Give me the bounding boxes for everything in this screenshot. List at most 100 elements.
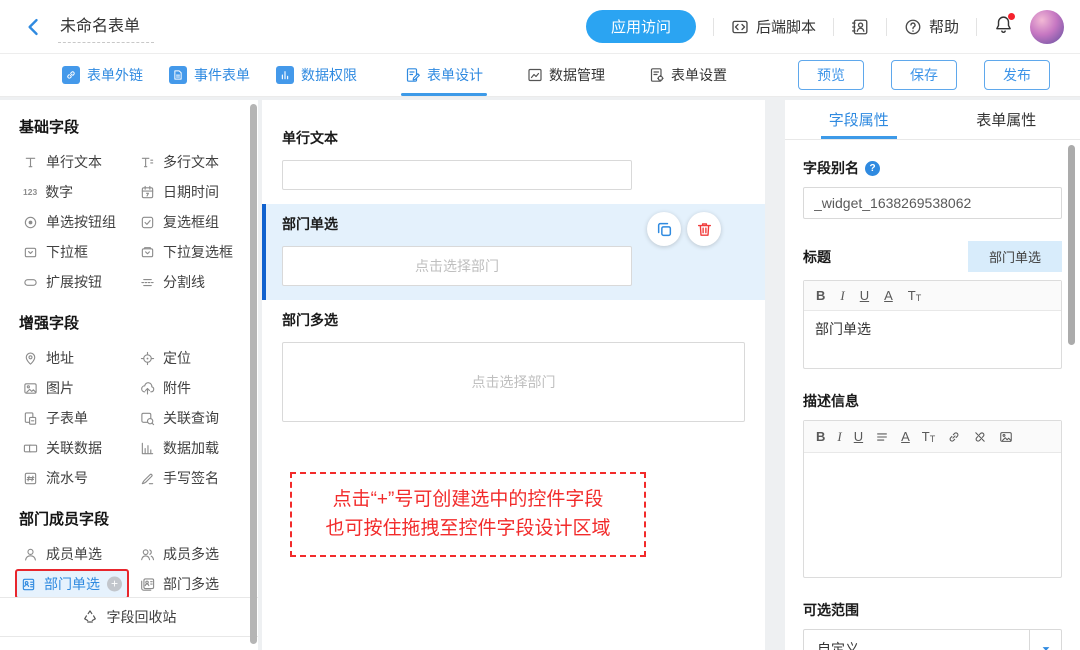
tab-form-design-label: 表单设计 [427,65,483,85]
underline-button[interactable]: U [854,429,863,444]
avatar[interactable] [1030,10,1064,44]
data-permission-button[interactable]: 数据权限 [276,65,357,85]
rel-data-icon [23,441,38,456]
add-field-icon[interactable]: + [107,577,122,592]
delete-field-button[interactable] [687,212,721,246]
field-item-members[interactable]: 成员多选 [136,541,223,567]
field-item-locate[interactable]: 定位 [136,345,195,371]
field-item-label: 下拉复选框 [163,242,233,262]
form-title[interactable]: 未命名表单 [58,10,154,43]
topbar-left: 未命名表单 [24,10,154,43]
field-item-label: 下拉框 [46,242,88,262]
dept-multi-picker[interactable]: 点击选择部门 [282,342,745,422]
font-color-button[interactable]: A [884,288,893,303]
event-form-button[interactable]: 事件表单 [169,65,250,85]
preview-button[interactable]: 预览 [798,60,864,90]
tab-field-properties[interactable]: 字段属性 [785,100,933,139]
field-item-attach[interactable]: 附件 [136,375,195,401]
notification-dot [1008,13,1015,20]
save-button[interactable]: 保存 [891,60,957,90]
range-select[interactable]: 自定义 [803,629,1062,650]
field-item-rel-query[interactable]: 关联查询 [136,405,223,431]
serial-icon [23,471,38,486]
italic-button[interactable]: I [837,429,841,445]
title-editor-content[interactable]: 部门单选 [804,311,1061,368]
app-access-button[interactable]: 应用访问 [586,10,696,43]
field-item-checkbox[interactable]: 复选框组 [136,209,223,235]
field-item-label: 单选按钮组 [46,212,116,232]
field-item-text[interactable]: 单行文本 [19,149,106,175]
field-item-dept[interactable]: 部门单选+ [17,571,127,597]
backend-script-button[interactable]: 后端脚本 [731,16,816,37]
bold-button[interactable]: B [816,429,825,444]
field-item-sign[interactable]: 手写签名 [136,465,223,491]
canvas-field-dept-multi[interactable]: 部门多选 点击选择部门 [262,300,765,436]
bold-button[interactable]: B [816,288,825,303]
field-item-rel-data[interactable]: 关联数据 [19,435,106,461]
recycle-bin-button[interactable]: 字段回收站 [0,597,258,637]
field-item-image[interactable]: 图片 [19,375,78,401]
field-item-address[interactable]: 地址 [19,345,78,371]
canvas-field-dept-single[interactable]: 部门单选 点击选择部门 [262,204,765,300]
notifications-button[interactable] [994,15,1013,39]
unlink-button[interactable] [973,430,987,444]
back-button[interactable] [24,17,44,37]
form-external-link-button[interactable]: 表单外链 [62,65,143,85]
field-item-date[interactable]: 日期时间 [136,179,223,205]
date-icon [140,185,155,200]
field-item-label: 流水号 [46,468,88,488]
field-item-select[interactable]: 下拉框 [19,239,92,265]
field-item-button[interactable]: 扩展按钮 [19,269,106,295]
font-color-button[interactable]: A [901,429,910,444]
question-badge-icon[interactable]: ? [865,161,880,176]
image-button[interactable] [999,430,1013,444]
contacts-button[interactable] [851,18,869,36]
dept-single-picker[interactable]: 点击选择部门 [282,246,632,286]
field-item-label: 地址 [46,348,74,368]
toolbar-actions: 预览 保存 发布 [798,60,1050,90]
divider [886,18,887,36]
field-item-member[interactable]: 成员单选 [19,541,106,567]
single-text-input[interactable] [282,160,632,190]
copy-field-button[interactable] [647,212,681,246]
inspector-scrollbar[interactable] [1068,145,1075,345]
sidebar-scrollbar[interactable] [250,104,257,644]
field-item-number[interactable]: 123数字 [19,179,77,205]
tab-form-settings[interactable]: 表单设置 [649,54,727,96]
caret-down-icon [1029,630,1061,650]
address-icon [23,351,38,366]
help-button[interactable]: 帮助 [904,16,959,37]
title-tag: 部门单选 [968,241,1062,272]
publish-button[interactable]: 发布 [984,60,1050,90]
hint-line-2: 也可按住拖拽至控件字段设计区域 [296,514,640,543]
link-button[interactable] [947,430,961,444]
center-tabs: 表单设计 数据管理 表单设置 [405,54,727,96]
tab-form-properties[interactable]: 表单属性 [933,100,1080,139]
field-item-textarea[interactable]: 多行文本 [136,149,223,175]
field-item-data-load[interactable]: 数据加载 [136,435,223,461]
description-editor-toolbar: BIU A TT [804,421,1061,453]
italic-button[interactable]: I [840,288,844,304]
canvas-field-single-text[interactable]: 单行文本 [262,118,765,204]
field-item-radio[interactable]: 单选按钮组 [19,209,120,235]
tab-data-manage[interactable]: 数据管理 [527,54,605,96]
divider [713,18,714,36]
underline-button[interactable]: U [860,288,869,303]
field-item-multiselect[interactable]: 下拉复选框 [136,239,237,265]
description-editor-content[interactable] [804,453,1061,577]
field-item-serial[interactable]: 流水号 [19,465,92,491]
field-item-label: 部门多选 [163,574,219,594]
divider [833,18,834,36]
field-item-depts[interactable]: 部门多选 [136,571,223,597]
field-item-label: 日期时间 [163,182,219,202]
topbar: 未命名表单 应用访问 后端脚本 帮助 [0,0,1080,54]
align-button[interactable] [875,430,889,444]
text-size-button[interactable]: TT [922,429,935,444]
sign-icon [140,471,155,486]
field-item-divider[interactable]: 分割线 [136,269,209,295]
button-icon [23,275,38,290]
text-size-button[interactable]: TT [908,288,921,303]
alias-input[interactable] [803,187,1062,219]
tab-form-design[interactable]: 表单设计 [405,54,483,96]
field-item-subform[interactable]: 子表单 [19,405,92,431]
